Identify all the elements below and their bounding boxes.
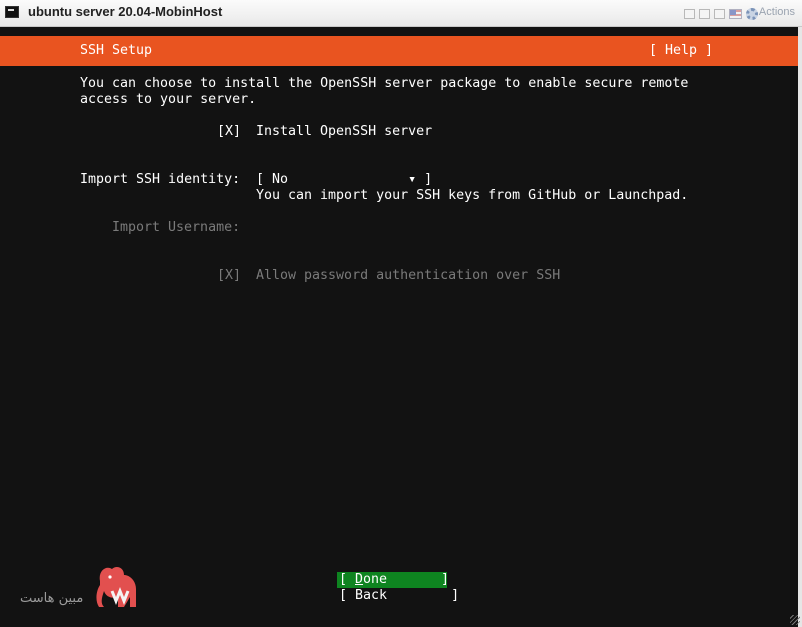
gear-icon[interactable] <box>746 8 758 20</box>
keyboard-flag-icon[interactable] <box>729 9 742 19</box>
mobinhost-logo: مبین هاست <box>20 563 142 613</box>
import-ssh-identity-hint: You can import your SSH keys from GitHub… <box>256 188 689 203</box>
back-button[interactable]: [ Back ] <box>339 588 459 604</box>
window-restore-icon[interactable] <box>684 9 695 19</box>
allow-password-checkbox: [X] <box>217 268 242 283</box>
console-screen[interactable]: SSH Setup [ Help ] You can choose to ins… <box>0 27 798 627</box>
page-title: SSH Setup <box>80 43 153 58</box>
window-minimize-icon[interactable] <box>699 9 710 19</box>
window-right-edge <box>798 27 802 627</box>
actions-menu[interactable]: Actions <box>759 6 795 18</box>
mobinhost-logo-text: مبین هاست <box>20 591 84 606</box>
intro-text-line2: access to your server. <box>80 92 257 107</box>
window-maximize-icon[interactable] <box>714 9 725 19</box>
intro-text-line1: You can choose to install the OpenSSH se… <box>80 76 689 91</box>
allow-password-label: Allow password authentication over SSH <box>256 268 561 283</box>
install-openssh-label[interactable]: Install OpenSSH server <box>256 124 432 140</box>
window-title: ubuntu server 20.04-MobinHost <box>28 4 223 19</box>
install-openssh-checkbox[interactable]: [X] <box>217 124 241 140</box>
help-button[interactable]: [ Help ] <box>649 43 713 59</box>
titlebar-toolbar <box>684 6 758 22</box>
done-button-label: [ Done] <box>339 572 450 587</box>
terminal-app-icon <box>5 6 19 18</box>
import-ssh-identity-select[interactable]: [ No ▾ ] <box>256 172 432 188</box>
resize-grip-icon[interactable] <box>790 615 800 625</box>
installer-header: SSH Setup [ Help ] <box>0 36 798 66</box>
import-ssh-identity-label: Import SSH identity: <box>80 172 241 187</box>
import-username-label: Import Username: <box>112 220 241 235</box>
window-titlebar: ubuntu server 20.04-MobinHost Actions <box>0 0 802 27</box>
done-button[interactable]: [ Done] <box>337 572 450 588</box>
